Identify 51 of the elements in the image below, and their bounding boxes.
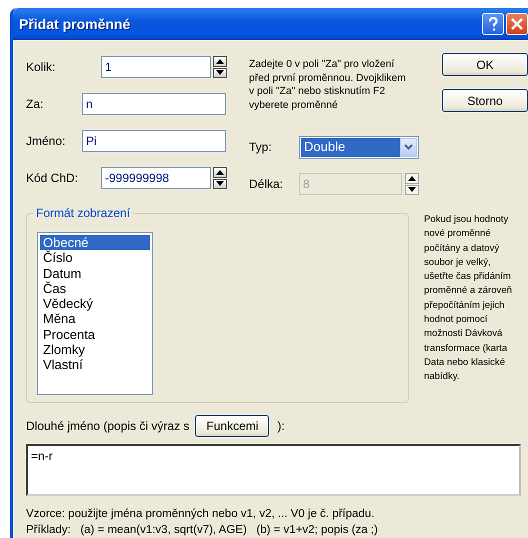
note-text: Pokud jsou hodnoty nové proměnné počítány a datový soubor je velký, ušetřte čas přidáním proměnné a zároveň přepočítáním jejich hodnot pomocí možnosti Dávková transformace (karta Data nebo klasické nabídky. bbox=[424, 213, 513, 384]
label-suffix: ): bbox=[277, 419, 285, 433]
spin-down-button[interactable] bbox=[405, 184, 419, 195]
list-item[interactable]: Vlastní bbox=[40, 357, 150, 373]
list-item[interactable]: Zlomky bbox=[40, 342, 150, 358]
long-name-field[interactable]: =n-r bbox=[26, 444, 521, 496]
window-title: Přidat proměnné bbox=[19, 16, 132, 32]
spin-down-button[interactable] bbox=[213, 178, 227, 189]
list-item[interactable]: Vědecký bbox=[40, 296, 150, 312]
help-text: Vzorce: použijte jména proměnných nebo v1, v2, ... V0 je č. případu. bbox=[26, 507, 376, 522]
down-arrow-icon bbox=[216, 70, 224, 76]
input-field[interactable]: n bbox=[82, 93, 226, 115]
list-item[interactable]: Číslo bbox=[40, 250, 150, 266]
help-text: Příklady: (a) = mean(v1:v3, sqrt(v7), AGE) (b) = v1+v2; popis (za ;) bbox=[26, 523, 379, 538]
spin-up-button[interactable] bbox=[405, 173, 419, 184]
input-field[interactable]: -999999998 bbox=[101, 167, 211, 189]
list-item[interactable]: Měna bbox=[40, 311, 150, 327]
ok-button[interactable]: OK bbox=[442, 53, 528, 76]
list-item[interactable]: Datum bbox=[40, 266, 150, 281]
help-button[interactable] bbox=[482, 13, 504, 35]
cancel-button[interactable]: Storno bbox=[442, 89, 528, 112]
down-arrow-icon bbox=[216, 181, 224, 186]
up-arrow-icon bbox=[408, 176, 416, 181]
spin-up-button[interactable] bbox=[213, 167, 227, 178]
spin-up-button[interactable] bbox=[213, 56, 227, 66]
long-name-label: Dlouhé jméno (popis či výraz s bbox=[26, 419, 190, 433]
down-arrow-icon bbox=[408, 187, 416, 192]
field-label: Kód ChD: bbox=[26, 171, 80, 185]
field-label: Kolik: bbox=[26, 60, 56, 74]
field-label: Za: bbox=[26, 97, 44, 111]
input-field[interactable]: 1 bbox=[101, 56, 211, 78]
question-mark-icon bbox=[488, 17, 498, 31]
type-dropdown[interactable]: Double bbox=[299, 136, 419, 158]
close-button[interactable] bbox=[506, 13, 528, 35]
functions-button[interactable]: Funkcemi bbox=[195, 415, 270, 437]
list-item[interactable]: Čas bbox=[40, 280, 150, 296]
dropdown-button[interactable] bbox=[400, 138, 417, 156]
chevron-down-icon bbox=[404, 144, 413, 150]
list-item[interactable]: Obecné bbox=[40, 235, 150, 250]
field-label: Jméno: bbox=[26, 134, 66, 148]
list-item[interactable]: Procenta bbox=[40, 326, 150, 342]
up-arrow-icon bbox=[216, 58, 224, 64]
field-label: Typ: bbox=[249, 140, 273, 154]
up-arrow-icon bbox=[216, 170, 224, 175]
format-list[interactable]: Obecné Číslo Datum Čas Vědecký Měna Procenta Zlomky Vlastní bbox=[37, 232, 153, 395]
field-label: Délka: bbox=[249, 177, 284, 191]
hint-text: Zadejte 0 v poli "Za" pro vložení před první proměnnou. Dvojklikem v poli "Za" nebo stisknutím F2 vyberete proměnné bbox=[249, 58, 407, 112]
input-field[interactable]: Pi bbox=[82, 130, 226, 152]
spin-down-button[interactable] bbox=[213, 68, 227, 78]
group-title: Formát zobrazení bbox=[33, 206, 134, 220]
close-icon bbox=[511, 18, 523, 30]
